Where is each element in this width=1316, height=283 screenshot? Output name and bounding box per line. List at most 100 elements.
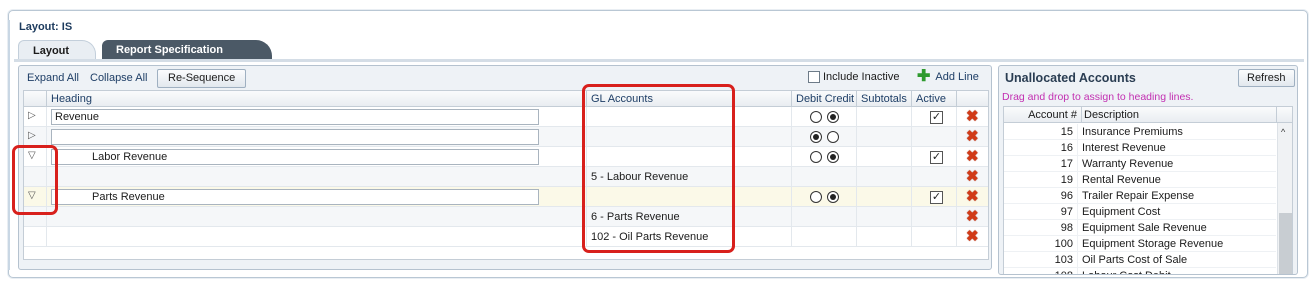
- row-cell-divider: [792, 107, 857, 127]
- unallocated-title: Unallocated Accounts: [1005, 71, 1136, 85]
- account-description: Warranty Revenue: [1082, 158, 1174, 170]
- account-number: 97: [1004, 204, 1078, 220]
- credit-radio[interactable]: [827, 151, 839, 163]
- delete-x-icon[interactable]: ✖: [966, 229, 979, 245]
- row-cell-divider: [912, 167, 957, 187]
- row-cell-divider: [587, 147, 792, 167]
- heading-input[interactable]: [51, 149, 539, 165]
- heading-input[interactable]: [51, 189, 539, 205]
- row-cell-divider: [912, 207, 957, 227]
- delete-x-icon[interactable]: ✖: [966, 169, 979, 185]
- debit-radio[interactable]: [810, 111, 822, 123]
- collapse-triangle-icon[interactable]: ▽: [28, 190, 36, 201]
- scroll-up-icon[interactable]: ^: [1281, 127, 1285, 137]
- list-item[interactable]: 98 Equipment Sale Revenue: [1004, 220, 1276, 236]
- row-cell-divider: [857, 187, 912, 207]
- account-description: Trailer Repair Expense: [1082, 190, 1195, 202]
- account-description: Rental Revenue: [1082, 174, 1161, 186]
- collapse-all-link[interactable]: Collapse All: [90, 72, 147, 84]
- account-number: 98: [1004, 220, 1078, 236]
- table-row: 102 - Oil Parts Revenue ✖: [24, 227, 988, 247]
- gl-account-label: 102 - Oil Parts Revenue: [591, 231, 709, 243]
- credit-radio[interactable]: [827, 131, 839, 143]
- include-inactive-toggle[interactable]: Include Inactive: [808, 71, 899, 83]
- row-cell-divider: [47, 227, 587, 247]
- list-item[interactable]: 19 Rental Revenue: [1004, 172, 1276, 188]
- header-description: Description: [1082, 107, 1277, 123]
- account-description: Insurance Premiums: [1082, 126, 1183, 138]
- table-row: 6 - Parts Revenue ✖: [24, 207, 988, 227]
- row-cell-divider: [47, 207, 587, 227]
- expand-triangle-icon[interactable]: ▷: [28, 130, 36, 141]
- include-inactive-label: Include Inactive: [823, 71, 900, 83]
- delete-x-icon[interactable]: ✖: [966, 209, 979, 225]
- account-description: Equipment Cost: [1082, 206, 1161, 218]
- tab-underline: [14, 59, 1304, 62]
- active-checkbox[interactable]: ✓: [930, 191, 943, 204]
- table-row: ▽ ✓ ✖: [24, 187, 988, 207]
- heading-input[interactable]: [51, 109, 539, 125]
- grid-header: Heading GL Accounts Debit Credit Subtota…: [24, 91, 988, 107]
- unallocated-header: Account # Description: [1004, 107, 1292, 123]
- expand-all-link[interactable]: Expand All: [27, 72, 79, 84]
- add-line-button[interactable]: ✚ Add Line: [917, 68, 979, 85]
- account-number: 108: [1004, 268, 1078, 274]
- add-line-label: Add Line: [935, 71, 979, 83]
- header-expander: [24, 91, 47, 107]
- include-inactive-checkbox[interactable]: [808, 71, 820, 83]
- row-cell-divider: [24, 227, 47, 247]
- list-item[interactable]: 103 Oil Parts Cost of Sale: [1004, 252, 1276, 268]
- list-item[interactable]: 16 Interest Revenue: [1004, 140, 1276, 156]
- account-number: 96: [1004, 188, 1078, 204]
- debit-radio[interactable]: [810, 151, 822, 163]
- delete-x-icon[interactable]: ✖: [966, 109, 979, 125]
- scroll-thumb[interactable]: [1279, 213, 1292, 274]
- row-cell-divider: [857, 127, 912, 147]
- row-cell-divider: [587, 107, 792, 127]
- heading-input[interactable]: [51, 129, 539, 145]
- row-cell-divider: [857, 167, 912, 187]
- table-row: 5 - Labour Revenue ✖: [24, 167, 988, 187]
- plus-icon: ✚: [917, 68, 931, 85]
- credit-radio[interactable]: [827, 111, 839, 123]
- delete-x-icon[interactable]: ✖: [966, 149, 979, 165]
- row-cell-divider: [792, 127, 857, 147]
- delete-x-icon[interactable]: ✖: [966, 129, 979, 145]
- list-item[interactable]: 108 Labour Cost Debit: [1004, 268, 1276, 274]
- page-title: Layout: IS: [19, 21, 73, 33]
- header-account-number: Account #: [1004, 107, 1082, 123]
- resequence-button[interactable]: Re-Sequence: [157, 69, 247, 88]
- list-item[interactable]: 17 Warranty Revenue: [1004, 156, 1276, 172]
- list-item[interactable]: 97 Equipment Cost: [1004, 204, 1276, 220]
- debit-radio[interactable]: [810, 191, 822, 203]
- gl-account-label: 6 - Parts Revenue: [591, 211, 680, 223]
- active-checkbox[interactable]: ✓: [930, 151, 943, 164]
- header-active: Active: [912, 91, 957, 107]
- header-heading: Heading: [47, 91, 587, 107]
- account-description: Equipment Storage Revenue: [1082, 238, 1224, 250]
- header-debit-credit: Debit Credit: [792, 91, 857, 107]
- row-cell-divider: [792, 227, 857, 247]
- row-cell-divider: [857, 227, 912, 247]
- table-row: ▽ ✓ ✖: [24, 147, 988, 167]
- debit-radio[interactable]: [810, 131, 822, 143]
- credit-radio[interactable]: [827, 191, 839, 203]
- account-number: 16: [1004, 140, 1078, 156]
- row-cell-divider: [792, 147, 857, 167]
- tab-report-specification[interactable]: Report Specification: [102, 40, 272, 60]
- expand-triangle-icon[interactable]: ▷: [28, 110, 36, 121]
- collapse-triangle-icon[interactable]: ▽: [28, 150, 36, 161]
- list-item[interactable]: 100 Equipment Storage Revenue: [1004, 236, 1276, 252]
- unallocated-scrollbar[interactable]: ^: [1277, 123, 1292, 274]
- account-number: 19: [1004, 172, 1078, 188]
- row-cell-divider: [857, 207, 912, 227]
- row-cell-divider: [587, 187, 792, 207]
- delete-x-icon[interactable]: ✖: [966, 189, 979, 205]
- list-item[interactable]: 15 Insurance Premiums: [1004, 124, 1276, 140]
- layout-grid: Heading GL Accounts Debit Credit Subtota…: [23, 90, 989, 260]
- tab-layout[interactable]: Layout: [18, 40, 96, 60]
- refresh-button[interactable]: Refresh: [1238, 69, 1295, 87]
- frame-accent: [8, 20, 10, 270]
- active-checkbox[interactable]: ✓: [930, 111, 943, 124]
- list-item[interactable]: 96 Trailer Repair Expense: [1004, 188, 1276, 204]
